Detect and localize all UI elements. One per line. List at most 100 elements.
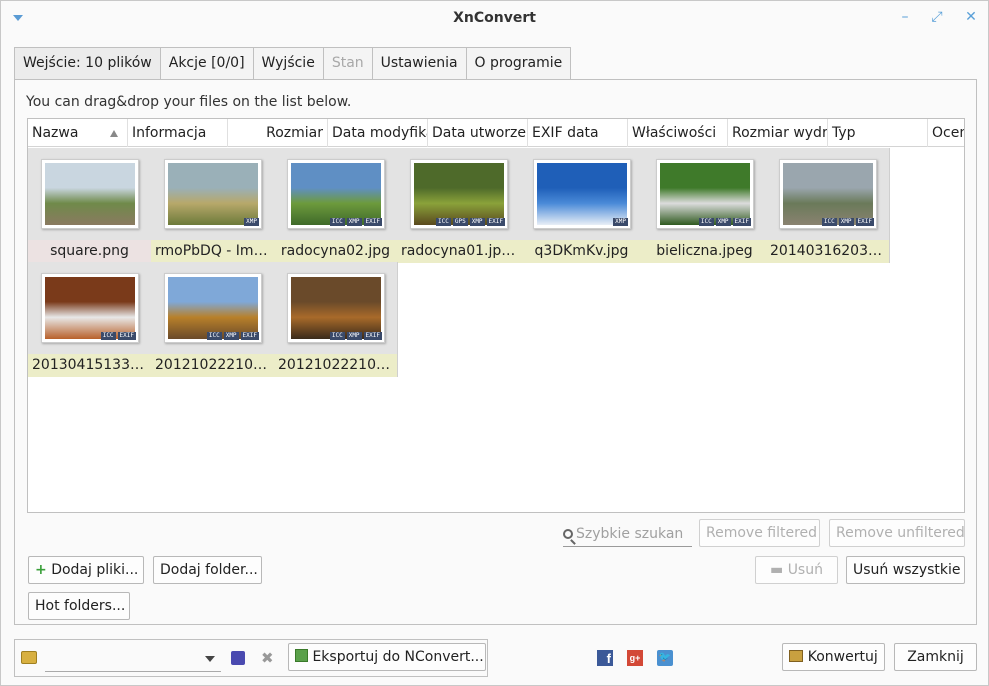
file-name-label: 201210222105... (151, 354, 274, 377)
thumbnail-frame: ICC GPS XMP EXIF (410, 159, 508, 229)
thumbnail-image (291, 163, 381, 225)
input-panel: You can drag&drop your files on the list… (14, 79, 977, 625)
hot-folders-button[interactable]: Hot folders... (28, 592, 130, 620)
column-rating[interactable]: Ocena (928, 119, 964, 147)
metadata-badge-gps: GPS (452, 218, 468, 226)
file-list[interactable]: Nazwa Informacja Rozmiar Data modyfikacj… (27, 118, 965, 513)
metadata-badge-exif: EXIF (855, 218, 874, 226)
xnconvert-window: XnConvert – ⤢ ✕ Wejście: 10 plików Akcje… (0, 0, 989, 686)
remove-filtered-button[interactable]: Remove filtered (699, 519, 820, 547)
file-thumbnail-item[interactable]: ICC XMP EXIF 201210222105... (274, 262, 398, 377)
metadata-badge-xmp: XMP (346, 332, 362, 340)
metadata-badge-icc: ICC (436, 218, 451, 226)
column-properties[interactable]: Właściwości (628, 119, 728, 147)
thumbnail-frame: XMP (164, 159, 262, 229)
tab-about[interactable]: O programie (465, 47, 572, 79)
metadata-badge-xmp: XMP (838, 218, 854, 226)
remove-button[interactable]: ▬ Usuń (755, 556, 838, 584)
minus-icon: ▬ (770, 562, 784, 578)
metadata-badge-exif: EXIF (486, 218, 505, 226)
tab-bar: Wejście: 10 plików Akcje [0/0] Wyjście S… (14, 47, 572, 80)
open-folder-icon[interactable] (21, 651, 37, 664)
convert-button[interactable]: Konwertuj (782, 643, 885, 671)
tab-settings[interactable]: Ustawienia (371, 47, 467, 79)
google-plus-icon[interactable]: g+ (627, 650, 643, 666)
file-name-label: 201403162035... (766, 240, 889, 263)
file-thumbnail-item[interactable]: XMP q3DKmKv.jpg (520, 148, 644, 263)
column-type[interactable]: Typ (828, 119, 928, 147)
metadata-badges: ICC XMP EXIF (821, 218, 874, 226)
thumbnail-image (168, 277, 258, 339)
thumbnail-frame: ICC EXIF (41, 273, 139, 343)
quick-search-input[interactable]: Szybkie szukanie (563, 521, 692, 547)
column-size[interactable]: Rozmiar (228, 119, 328, 147)
file-thumbnail-item[interactable]: square.png (28, 148, 152, 263)
preset-toolbar: ✖ Eksportuj do NConvert... (14, 639, 488, 677)
thumbnail-frame: ICC XMP EXIF (656, 159, 754, 229)
remove-label: Usuń (787, 562, 823, 578)
metadata-badges: ICC XMP EXIF (329, 218, 382, 226)
close-icon[interactable]: ✕ (963, 9, 979, 25)
thumbnail-image (537, 163, 627, 225)
file-thumbnail-item[interactable]: ICC EXIF 201304151330... (28, 262, 152, 377)
metadata-badges: ICC XMP EXIF (698, 218, 751, 226)
add-folder-button[interactable]: Dodaj folder... (153, 556, 262, 584)
metadata-badge-exif: EXIF (240, 332, 259, 340)
file-thumbnail-item[interactable]: ICC XMP EXIF radocyna02.jpg (274, 148, 398, 263)
metadata-badges: ICC XMP EXIF (329, 332, 382, 340)
metadata-badge-xmp: XMP (244, 218, 259, 226)
metadata-badge-exif: EXIF (363, 218, 382, 226)
metadata-badge-exif: EXIF (732, 218, 751, 226)
file-thumbnail-item[interactable]: XMP rmoPbDQ - Img... (151, 148, 275, 263)
metadata-badge-icc: ICC (100, 332, 116, 340)
thumbnail-image (660, 163, 750, 225)
file-name-label: q3DKmKv.jpg (520, 240, 643, 263)
export-label: Eksportuj do NConvert... (312, 649, 484, 665)
thumbnail-frame: ICC XMP EXIF (779, 159, 877, 229)
dropdown-arrow-icon (205, 656, 215, 662)
column-created[interactable]: Data utworzenia (428, 119, 528, 147)
add-files-label: Dodaj pliki... (51, 562, 139, 578)
maximize-icon[interactable]: ⤢ (929, 9, 945, 25)
drag-drop-hint: You can drag&drop your files on the list… (26, 94, 352, 110)
metadata-badge-icc: ICC (698, 218, 714, 226)
export-nconvert-button[interactable]: Eksportuj do NConvert... (288, 643, 486, 671)
file-name-label: 201304151330... (28, 354, 151, 377)
plus-icon: + (35, 562, 47, 578)
metadata-badges: XMP (244, 218, 259, 226)
title-bar: XnConvert – ⤢ ✕ (1, 1, 988, 35)
thumbnail-image (414, 163, 504, 225)
save-icon[interactable] (231, 651, 245, 665)
thumbnail-image (783, 163, 873, 225)
metadata-badge-icc: ICC (329, 218, 345, 226)
twitter-icon[interactable]: 🐦 (657, 650, 673, 666)
remove-unfiltered-button[interactable]: Remove unfiltered (829, 519, 965, 547)
facebook-icon[interactable]: f (597, 650, 613, 666)
column-info[interactable]: Informacja (128, 119, 228, 147)
column-print-size[interactable]: Rozmiar wydruku (728, 119, 828, 147)
file-thumbnail-item[interactable]: ICC GPS XMP EXIF radocyna01.jpeg (397, 148, 521, 263)
list-header: Nazwa Informacja Rozmiar Data modyfikacj… (28, 119, 964, 147)
file-name-label: square.png (28, 240, 151, 263)
column-exif-date[interactable]: EXIF data (528, 119, 628, 147)
delete-icon[interactable]: ✖ (261, 649, 274, 667)
file-name-label: rmoPbDQ - Img... (151, 240, 274, 263)
file-thumbnail-item[interactable]: ICC XMP EXIF bieliczna.jpeg (643, 148, 767, 263)
file-thumbnail-item[interactable]: ICC XMP EXIF 201403162035... (766, 148, 890, 263)
tab-output[interactable]: Wyjście (252, 47, 324, 79)
search-icon (563, 529, 573, 539)
file-thumbnail-item[interactable]: ICC XMP EXIF 201210222105... (151, 262, 275, 377)
preset-combobox[interactable] (45, 646, 221, 672)
file-name-label: radocyna01.jpeg (397, 240, 520, 263)
minimize-icon[interactable]: – (897, 9, 913, 25)
metadata-badge-icc: ICC (206, 332, 222, 340)
tab-actions[interactable]: Akcje [0/0] (159, 47, 254, 79)
column-modified[interactable]: Data modyfikacji (328, 119, 428, 147)
close-button[interactable]: Zamknij (894, 643, 977, 671)
tab-input[interactable]: Wejście: 10 plików (14, 47, 161, 80)
metadata-badge-xmp: XMP (223, 332, 239, 340)
thumbnail-frame: ICC XMP EXIF (164, 273, 262, 343)
file-name-label: bieliczna.jpeg (643, 240, 766, 263)
add-files-button[interactable]: + Dodaj pliki... (28, 556, 144, 584)
remove-all-button[interactable]: Usuń wszystkie (846, 556, 965, 584)
